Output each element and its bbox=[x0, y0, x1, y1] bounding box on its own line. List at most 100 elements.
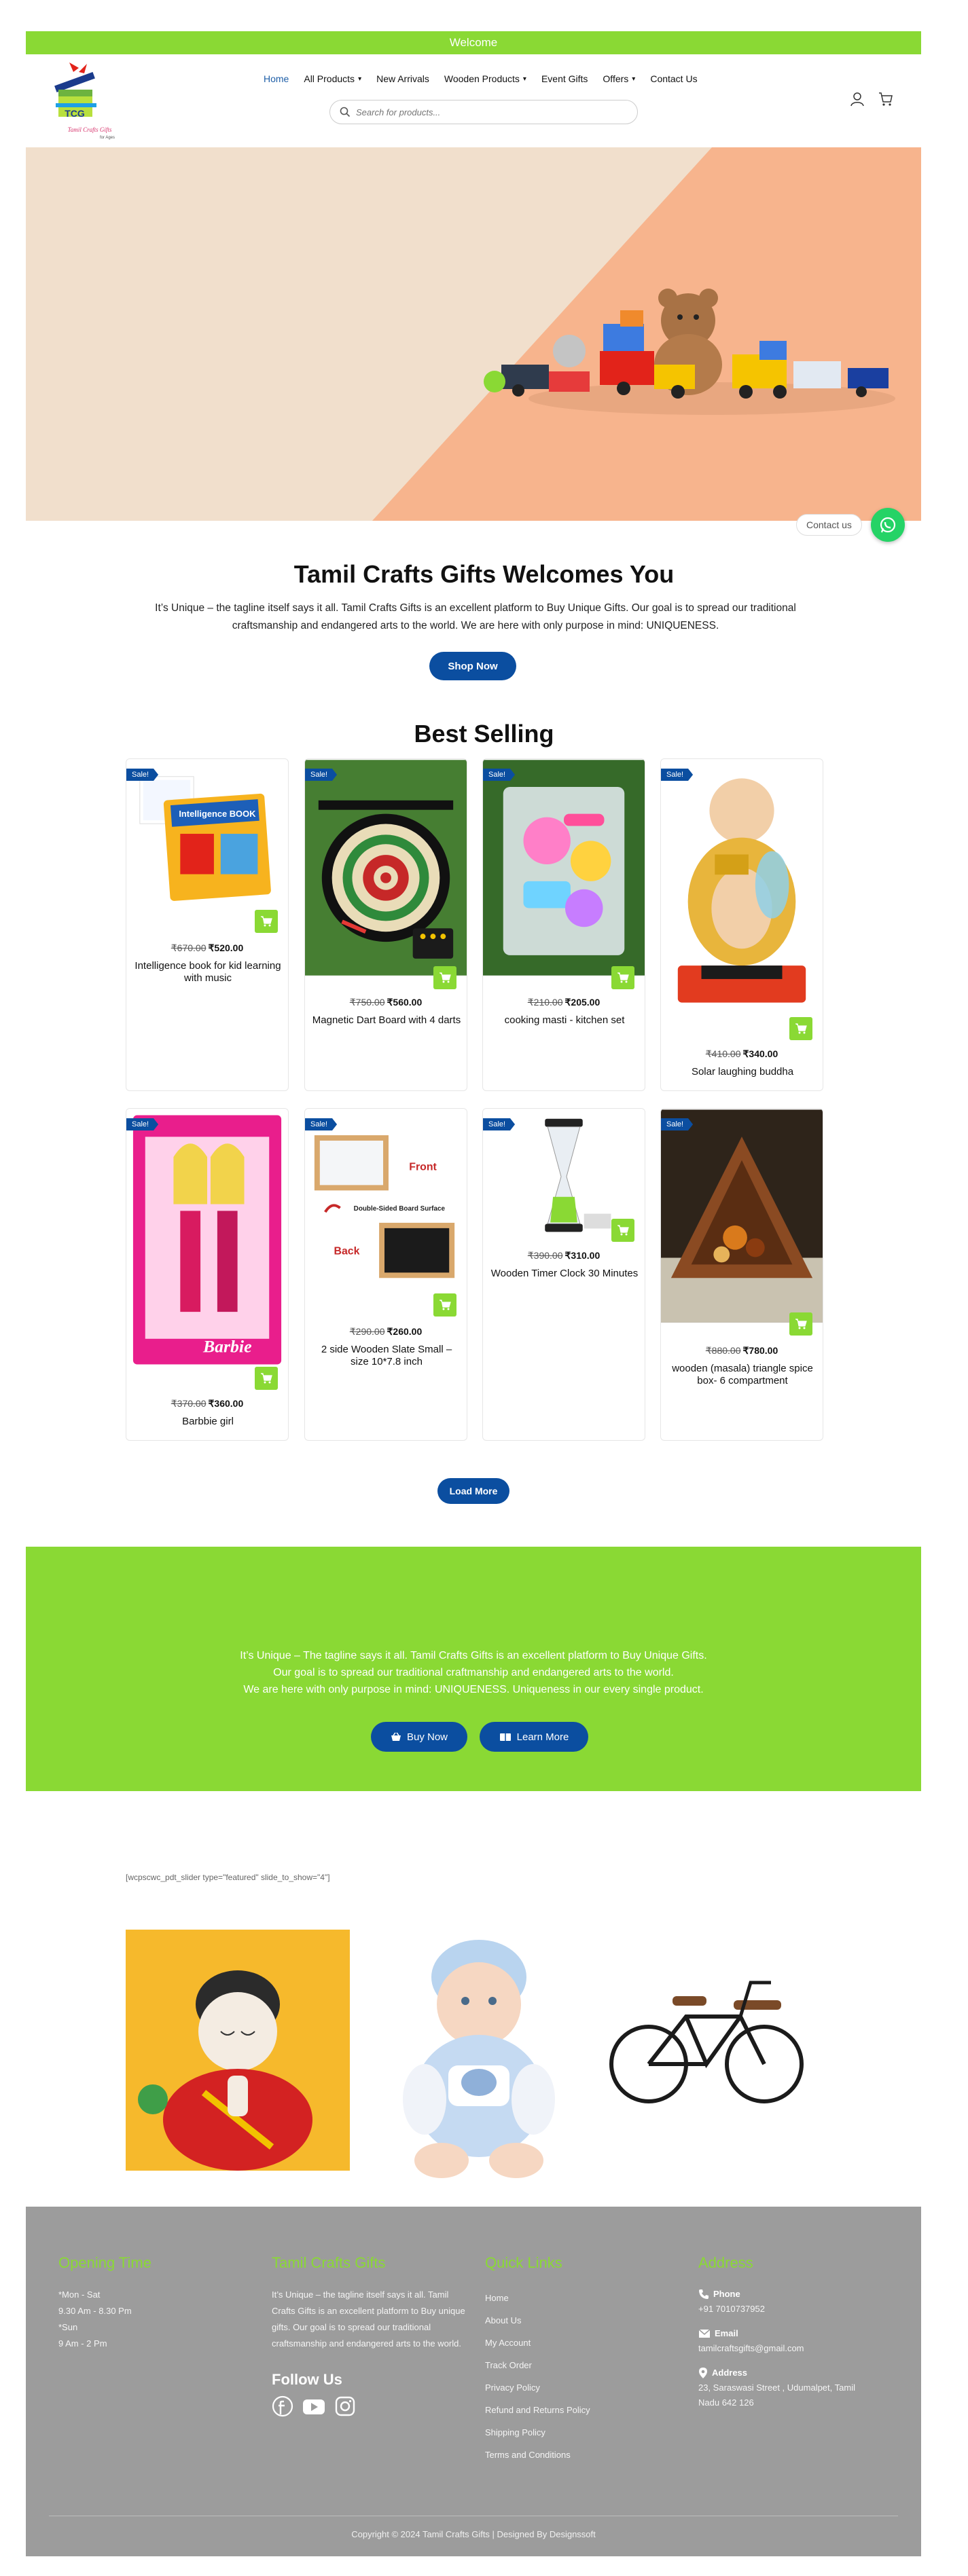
chevron-down-icon: ▾ bbox=[632, 75, 636, 83]
logo-subtitle: for Ages bbox=[100, 136, 115, 140]
product-name[interactable]: Intelligence book for kid learning with … bbox=[133, 960, 283, 985]
product-card[interactable]: Sale! ₹210.00 ₹205.00 cooking masti - kit… bbox=[482, 758, 645, 1091]
add-to-cart-button[interactable] bbox=[611, 966, 634, 989]
old-price: ₹670.00 bbox=[171, 942, 207, 953]
email-address[interactable]: tamilcraftsgifts@gmail.com bbox=[698, 2341, 889, 2356]
add-to-cart-button[interactable] bbox=[255, 1367, 278, 1390]
product-price: ₹880.00 ₹780.00 bbox=[661, 1345, 823, 1357]
old-price: ₹370.00 bbox=[171, 1398, 207, 1409]
promo-line: Our goal is to spread our traditional cr… bbox=[273, 1667, 674, 1678]
product-card[interactable]: Sale! ₹880.00 ₹780.00 wooden (masala) tri… bbox=[660, 1108, 823, 1441]
product-name[interactable]: cooking masti - kitchen set bbox=[490, 1014, 639, 1027]
product-price: ₹210.00 ₹205.00 bbox=[483, 997, 645, 1008]
cart-icon[interactable] bbox=[878, 91, 894, 107]
footer-link-about[interactable]: About Us bbox=[485, 2309, 590, 2332]
product-search-box[interactable] bbox=[329, 100, 638, 124]
footer-about: Tamil Crafts Gifts It’s Unique – the tag… bbox=[272, 2254, 469, 2417]
nav-all-products[interactable]: All Products ▾ bbox=[304, 73, 361, 84]
address-label: Address bbox=[712, 2368, 748, 2378]
cart-icon bbox=[617, 972, 629, 983]
button-label: Buy Now bbox=[406, 1731, 448, 1743]
product-name[interactable]: wooden (masala) triangle spice box- 6 co… bbox=[668, 1363, 817, 1387]
facebook-icon[interactable] bbox=[272, 2395, 293, 2417]
footer-link-terms[interactable]: Terms and Conditions bbox=[485, 2444, 590, 2466]
footer-link-privacy[interactable]: Privacy Policy bbox=[485, 2376, 590, 2399]
site-logo[interactable]: TCG Tamil Crafts Gifts for Ages bbox=[49, 60, 130, 147]
product-name[interactable]: 2 side Wooden Slate Small – size 10*7.8 … bbox=[312, 1344, 461, 1368]
welcome-title: Tamil Crafts Gifts Welcomes You bbox=[293, 560, 675, 588]
buy-now-button[interactable]: Buy Now bbox=[371, 1722, 467, 1752]
product-name[interactable]: Magnetic Dart Board with 4 darts bbox=[312, 1014, 461, 1027]
opening-line: 9.30 Am - 8.30 Pm bbox=[58, 2306, 132, 2316]
hero-banner bbox=[26, 147, 921, 521]
book-open-icon bbox=[499, 1733, 511, 1741]
product-card[interactable]: Intelligence BOOK Sale! ₹670.00 ₹520.00 I… bbox=[126, 758, 289, 1091]
top-announcement-bar: Welcome bbox=[26, 31, 921, 54]
sale-price: ₹780.00 bbox=[742, 1345, 778, 1356]
footer-link-track-order[interactable]: Track Order bbox=[485, 2354, 590, 2376]
nav-contact-us[interactable]: Contact Us bbox=[650, 73, 697, 84]
add-to-cart-button[interactable] bbox=[789, 1017, 812, 1040]
nav-label: Contact Us bbox=[650, 73, 698, 84]
sale-badge: Sale! bbox=[305, 769, 338, 781]
nav-home[interactable]: Home bbox=[264, 73, 289, 84]
product-card[interactable]: Sale! ₹390.00 ₹310.00 Wooden Timer Clock … bbox=[482, 1108, 645, 1441]
nav-event-gifts[interactable]: Event Gifts bbox=[541, 73, 588, 84]
footer-link-shipping[interactable]: Shipping Policy bbox=[485, 2421, 590, 2444]
nav-label: All Products bbox=[304, 73, 355, 84]
nav-label: New Arrivals bbox=[376, 73, 429, 84]
add-to-cart-button[interactable] bbox=[789, 1312, 812, 1336]
add-to-cart-button[interactable] bbox=[433, 1293, 456, 1317]
footer-link-refund[interactable]: Refund and Returns Policy bbox=[485, 2399, 590, 2421]
product-name[interactable]: Solar laughing buddha bbox=[668, 1066, 817, 1078]
nav-new-arrivals[interactable]: New Arrivals bbox=[376, 73, 429, 84]
cart-icon bbox=[440, 1300, 451, 1310]
shop-now-button[interactable]: Shop Now bbox=[429, 652, 516, 680]
sale-price: ₹340.00 bbox=[742, 1048, 778, 1059]
product-image-laughing-buddha bbox=[661, 760, 823, 1023]
contact-us-pill[interactable]: Contact us bbox=[796, 514, 862, 536]
featured-image-baby-doll[interactable] bbox=[367, 1930, 591, 2188]
promo-banner: It’s Unique – The tagline says it all. T… bbox=[26, 1547, 921, 1791]
chevron-down-icon: ▾ bbox=[358, 75, 362, 83]
product-card[interactable]: Barbie Sale! ₹370.00 ₹360.00 Barbbie girl bbox=[126, 1108, 289, 1441]
whatsapp-button[interactable] bbox=[871, 508, 905, 542]
nav-wooden-products[interactable]: Wooden Products ▾ bbox=[444, 73, 526, 84]
phone-number[interactable]: +91 7010737952 bbox=[698, 2302, 889, 2317]
youtube-icon[interactable] bbox=[302, 2395, 326, 2417]
sale-price: ₹360.00 bbox=[208, 1398, 244, 1409]
featured-image-buddha-idol[interactable] bbox=[126, 1930, 350, 2171]
featured-image-bicycle-model[interactable] bbox=[605, 1955, 808, 2118]
footer-link-home[interactable]: Home bbox=[485, 2287, 590, 2309]
nav-offers[interactable]: Offers ▾ bbox=[603, 73, 635, 84]
sale-price: ₹260.00 bbox=[387, 1326, 423, 1337]
footer-heading: Opening Time bbox=[58, 2254, 151, 2271]
product-card[interactable]: Sale! ₹750.00 ₹560.00 Magnetic Dart Board… bbox=[304, 758, 467, 1091]
footer-heading: Tamil Crafts Gifts bbox=[272, 2254, 386, 2271]
instagram-icon[interactable] bbox=[334, 2395, 356, 2417]
load-more-button[interactable]: Load More bbox=[437, 1478, 509, 1504]
sale-price: ₹560.00 bbox=[387, 997, 423, 1008]
search-input[interactable] bbox=[356, 107, 614, 117]
promo-line: It’s Unique – The tagline says it all. T… bbox=[240, 1650, 707, 1661]
footer-link-account[interactable]: My Account bbox=[485, 2332, 590, 2354]
product-name[interactable]: Barbbie girl bbox=[133, 1416, 283, 1428]
learn-more-button[interactable]: Learn More bbox=[480, 1722, 588, 1752]
add-to-cart-button[interactable] bbox=[611, 1219, 634, 1242]
add-to-cart-button[interactable] bbox=[255, 910, 278, 933]
product-image-kitchen-set bbox=[483, 760, 645, 976]
logo-tagline: Tamil Crafts Gifts bbox=[68, 126, 112, 133]
add-to-cart-button[interactable] bbox=[433, 966, 456, 989]
product-name[interactable]: Wooden Timer Clock 30 Minutes bbox=[490, 1268, 639, 1280]
product-card[interactable]: Sale! ₹410.00 ₹340.00 Solar laughing budd… bbox=[660, 758, 823, 1091]
promo-text: It’s Unique – The tagline says it all. T… bbox=[94, 1647, 853, 1698]
product-card[interactable]: Front Double-Sided Board Surface Back Sa… bbox=[304, 1108, 467, 1441]
user-account-icon[interactable] bbox=[849, 91, 865, 107]
sale-badge: Sale! bbox=[661, 1118, 694, 1130]
product-price: ₹410.00 ₹340.00 bbox=[661, 1048, 823, 1060]
social-icons bbox=[272, 2395, 469, 2417]
slate-front-label: Front bbox=[409, 1162, 437, 1173]
follow-us-heading: Follow Us bbox=[272, 2371, 342, 2388]
slider-shortcode-text: [wcpscwc_pdt_slider type="featured" slid… bbox=[126, 1873, 330, 1882]
old-price: ₹880.00 bbox=[705, 1345, 741, 1356]
